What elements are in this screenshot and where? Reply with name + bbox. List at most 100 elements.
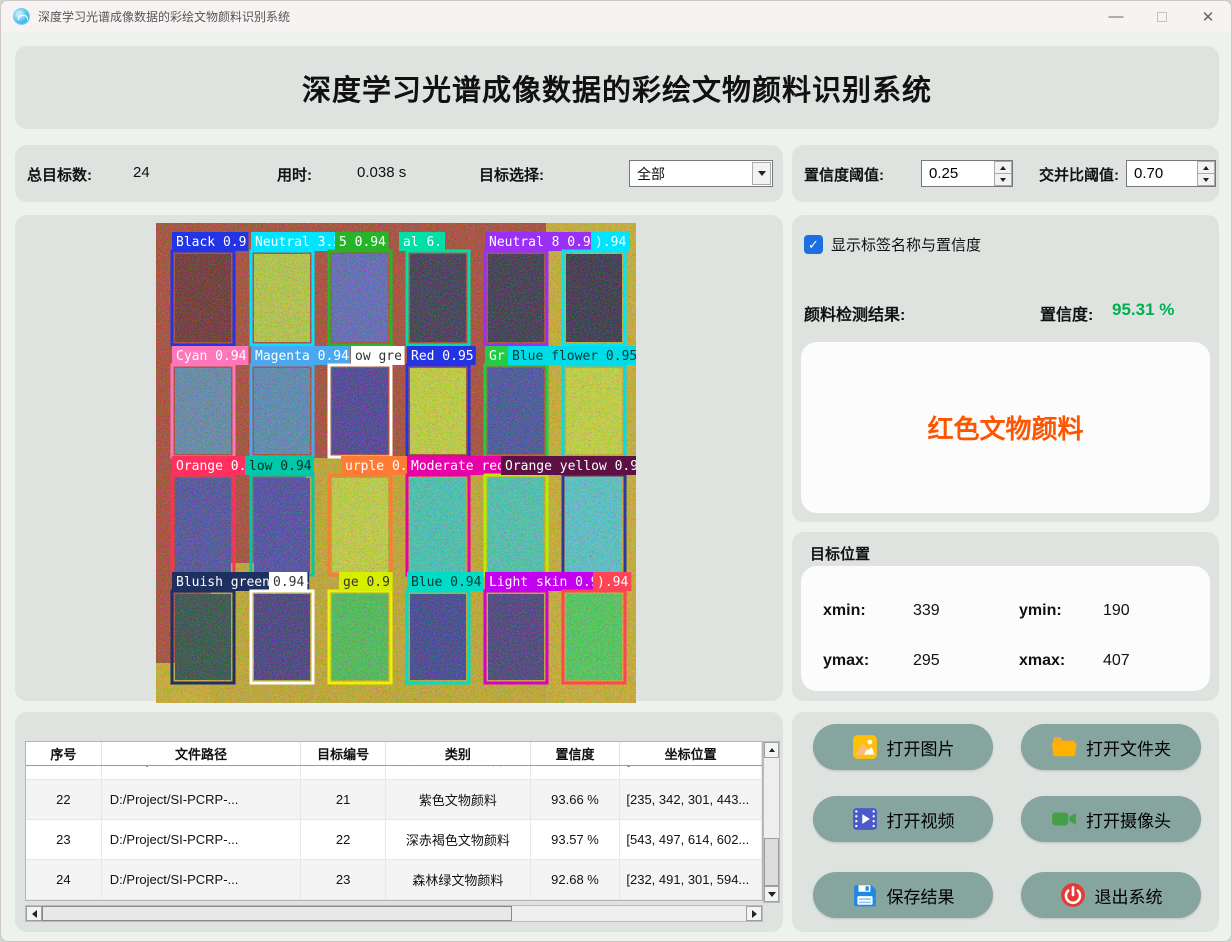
detection-label: ge 0.9 bbox=[343, 575, 390, 590]
xmax-value: 407 bbox=[1103, 652, 1130, 670]
show-labels-label: 显示标签名称与置信度 bbox=[831, 234, 981, 255]
scroll-right-icon[interactable] bbox=[746, 906, 762, 921]
detection-label: low 0.94 bbox=[249, 459, 312, 474]
detection-label: Neutral 8 0.95 bbox=[489, 235, 599, 250]
xmin-label: xmin: bbox=[823, 602, 866, 619]
cell-confidence: 93.77 % bbox=[531, 766, 621, 779]
ymin-value: 190 bbox=[1103, 602, 1130, 620]
cell-serial: 23 bbox=[26, 820, 102, 859]
column-header[interactable]: 类别 bbox=[386, 742, 531, 765]
position-card: xmin: 339 ymin: 190 ymax: 295 xmax: 407 bbox=[801, 566, 1210, 691]
cell-path: D:/Project/SI-PCRP-... bbox=[102, 766, 301, 779]
button-label: 打开视频 bbox=[887, 807, 955, 832]
xmax-label: xmax: bbox=[1019, 652, 1065, 669]
save-results-button[interactable]: 保存结果 bbox=[813, 872, 993, 918]
close-button[interactable]: ✕ bbox=[1185, 1, 1231, 32]
vertical-scroll-thumb[interactable] bbox=[764, 838, 779, 886]
ymax-value: 295 bbox=[913, 652, 940, 670]
cell-coords: [232, 491, 301, 594... bbox=[620, 860, 762, 899]
iou-threshold-label: 交并比阈值: bbox=[1039, 164, 1119, 185]
exit-system-button[interactable]: 退出系统 bbox=[1021, 872, 1201, 918]
total-targets-label: 总目标数: bbox=[27, 164, 92, 185]
time-label: 用时: bbox=[277, 164, 312, 185]
ymin-label: ymin: bbox=[1019, 602, 1062, 619]
cell-coords: [543, 497, 614, 602... bbox=[620, 820, 762, 859]
open-folder-button[interactable]: 打开文件夹 bbox=[1021, 724, 1201, 770]
scroll-down-icon[interactable] bbox=[764, 886, 779, 902]
table-row[interactable]: 23D:/Project/SI-PCRP-...22深赤褐色文物颜料93.57 … bbox=[26, 820, 762, 860]
open-image-button[interactable]: 打开图片 bbox=[813, 724, 993, 770]
confidence-threshold-spinbox[interactable] bbox=[921, 160, 1013, 187]
image-icon bbox=[852, 734, 878, 760]
detection-label: Blue 0.94 bbox=[411, 575, 482, 590]
detection-label: ow gre bbox=[355, 349, 402, 364]
video-icon bbox=[852, 806, 878, 832]
show-labels-checkbox[interactable]: ✓ bbox=[804, 235, 823, 254]
chevron-down-icon[interactable] bbox=[752, 162, 771, 185]
stats-bar: 总目标数: 24 用时: 0.038 s 目标选择: 全部 bbox=[15, 145, 783, 202]
confidence-value: 95.31 % bbox=[1112, 300, 1174, 320]
spin-down-icon[interactable] bbox=[994, 173, 1012, 186]
column-header[interactable]: 坐标位置 bbox=[620, 742, 762, 765]
detection-label: Gr bbox=[489, 349, 505, 364]
scroll-left-icon[interactable] bbox=[26, 906, 42, 921]
button-label: 保存结果 bbox=[887, 883, 955, 908]
target-select[interactable]: 全部 bbox=[629, 160, 773, 187]
xmin-value: 339 bbox=[913, 602, 940, 620]
iou-threshold-input[interactable] bbox=[1127, 161, 1197, 186]
horizontal-scroll-thumb[interactable] bbox=[42, 906, 512, 921]
detection-label: Black 0.9 bbox=[176, 235, 246, 250]
target-select-label: 目标选择: bbox=[479, 164, 544, 185]
confidence-title: 置信度: bbox=[1040, 301, 1093, 325]
target-select-value: 全部 bbox=[630, 164, 752, 184]
page-title: 深度学习光谱成像数据的彩绘文物颜料识别系统 bbox=[302, 67, 932, 109]
table-row[interactable]: 21D:/Project/SI-PCRP-...20天空蓝文物颜料93.77 %… bbox=[26, 766, 762, 780]
scroll-up-icon[interactable] bbox=[764, 742, 779, 758]
detection-label: Orange yellow 0.94 bbox=[505, 459, 636, 474]
button-label: 退出系统 bbox=[1095, 883, 1163, 908]
column-header[interactable]: 置信度 bbox=[531, 742, 621, 765]
vertical-scrollbar[interactable] bbox=[763, 741, 780, 903]
cell-target-id: 23 bbox=[301, 860, 386, 899]
detection-label: Magenta 0.94 bbox=[255, 349, 349, 364]
cell-target-id: 20 bbox=[301, 766, 386, 779]
cell-class: 深赤褐色文物颜料 bbox=[386, 820, 531, 859]
cell-coords: [235, 342, 301, 443... bbox=[620, 780, 762, 819]
cell-class: 天空蓝文物颜料 bbox=[386, 766, 531, 779]
time-value: 0.038 s bbox=[357, 164, 406, 181]
detection-image: Black 0.9Neutral 3.5 0.955 0.94al 6.Neut… bbox=[156, 223, 636, 703]
spin-down-icon[interactable] bbox=[1197, 173, 1215, 186]
image-panel: Black 0.9Neutral 3.5 0.955 0.94al 6.Neut… bbox=[15, 215, 783, 701]
column-header[interactable]: 序号 bbox=[26, 742, 102, 765]
detection-label: Red 0.95 bbox=[411, 349, 474, 364]
folder-icon bbox=[1051, 734, 1077, 760]
table-row[interactable]: 24D:/Project/SI-PCRP-...23森林绿文物颜料92.68 %… bbox=[26, 860, 762, 900]
result-value: 红色文物颜料 bbox=[927, 409, 1083, 446]
cell-path: D:/Project/SI-PCRP-... bbox=[102, 860, 301, 899]
confidence-threshold-input[interactable] bbox=[922, 161, 994, 186]
total-targets-value: 24 bbox=[133, 164, 150, 181]
table-row[interactable]: 22D:/Project/SI-PCRP-...21紫色文物颜料93.66 %[… bbox=[26, 780, 762, 820]
result-card: 红色文物颜料 bbox=[801, 342, 1210, 513]
cell-path: D:/Project/SI-PCRP-... bbox=[102, 780, 301, 819]
minimize-button[interactable]: — bbox=[1093, 1, 1139, 32]
button-label: 打开图片 bbox=[887, 735, 955, 760]
open-camera-button[interactable]: 打开摄像头 bbox=[1021, 796, 1201, 842]
column-header[interactable]: 目标编号 bbox=[301, 742, 386, 765]
cell-confidence: 93.57 % bbox=[531, 820, 621, 859]
detection-label: Cyan 0.94 bbox=[176, 349, 247, 364]
window-title: 深度学习光谱成像数据的彩绘文物颜料识别系统 bbox=[38, 8, 290, 25]
header-panel: 深度学习光谱成像数据的彩绘文物颜料识别系统 bbox=[15, 46, 1219, 129]
maximize-button[interactable] bbox=[1139, 1, 1185, 32]
button-label: 打开摄像头 bbox=[1086, 807, 1171, 832]
app-icon bbox=[13, 8, 30, 25]
iou-threshold-spinbox[interactable] bbox=[1126, 160, 1216, 187]
results-table: 序号文件路径目标编号类别置信度坐标位置 21D:/Project/SI-PCRP… bbox=[25, 741, 763, 901]
column-header[interactable]: 文件路径 bbox=[102, 742, 301, 765]
horizontal-scrollbar[interactable] bbox=[25, 905, 763, 922]
detection-label: Light skin 0.95 bbox=[489, 575, 606, 590]
open-video-button[interactable]: 打开视频 bbox=[813, 796, 993, 842]
cell-class: 森林绿文物颜料 bbox=[386, 860, 531, 899]
power-icon bbox=[1060, 882, 1086, 908]
cell-class: 紫色文物颜料 bbox=[386, 780, 531, 819]
